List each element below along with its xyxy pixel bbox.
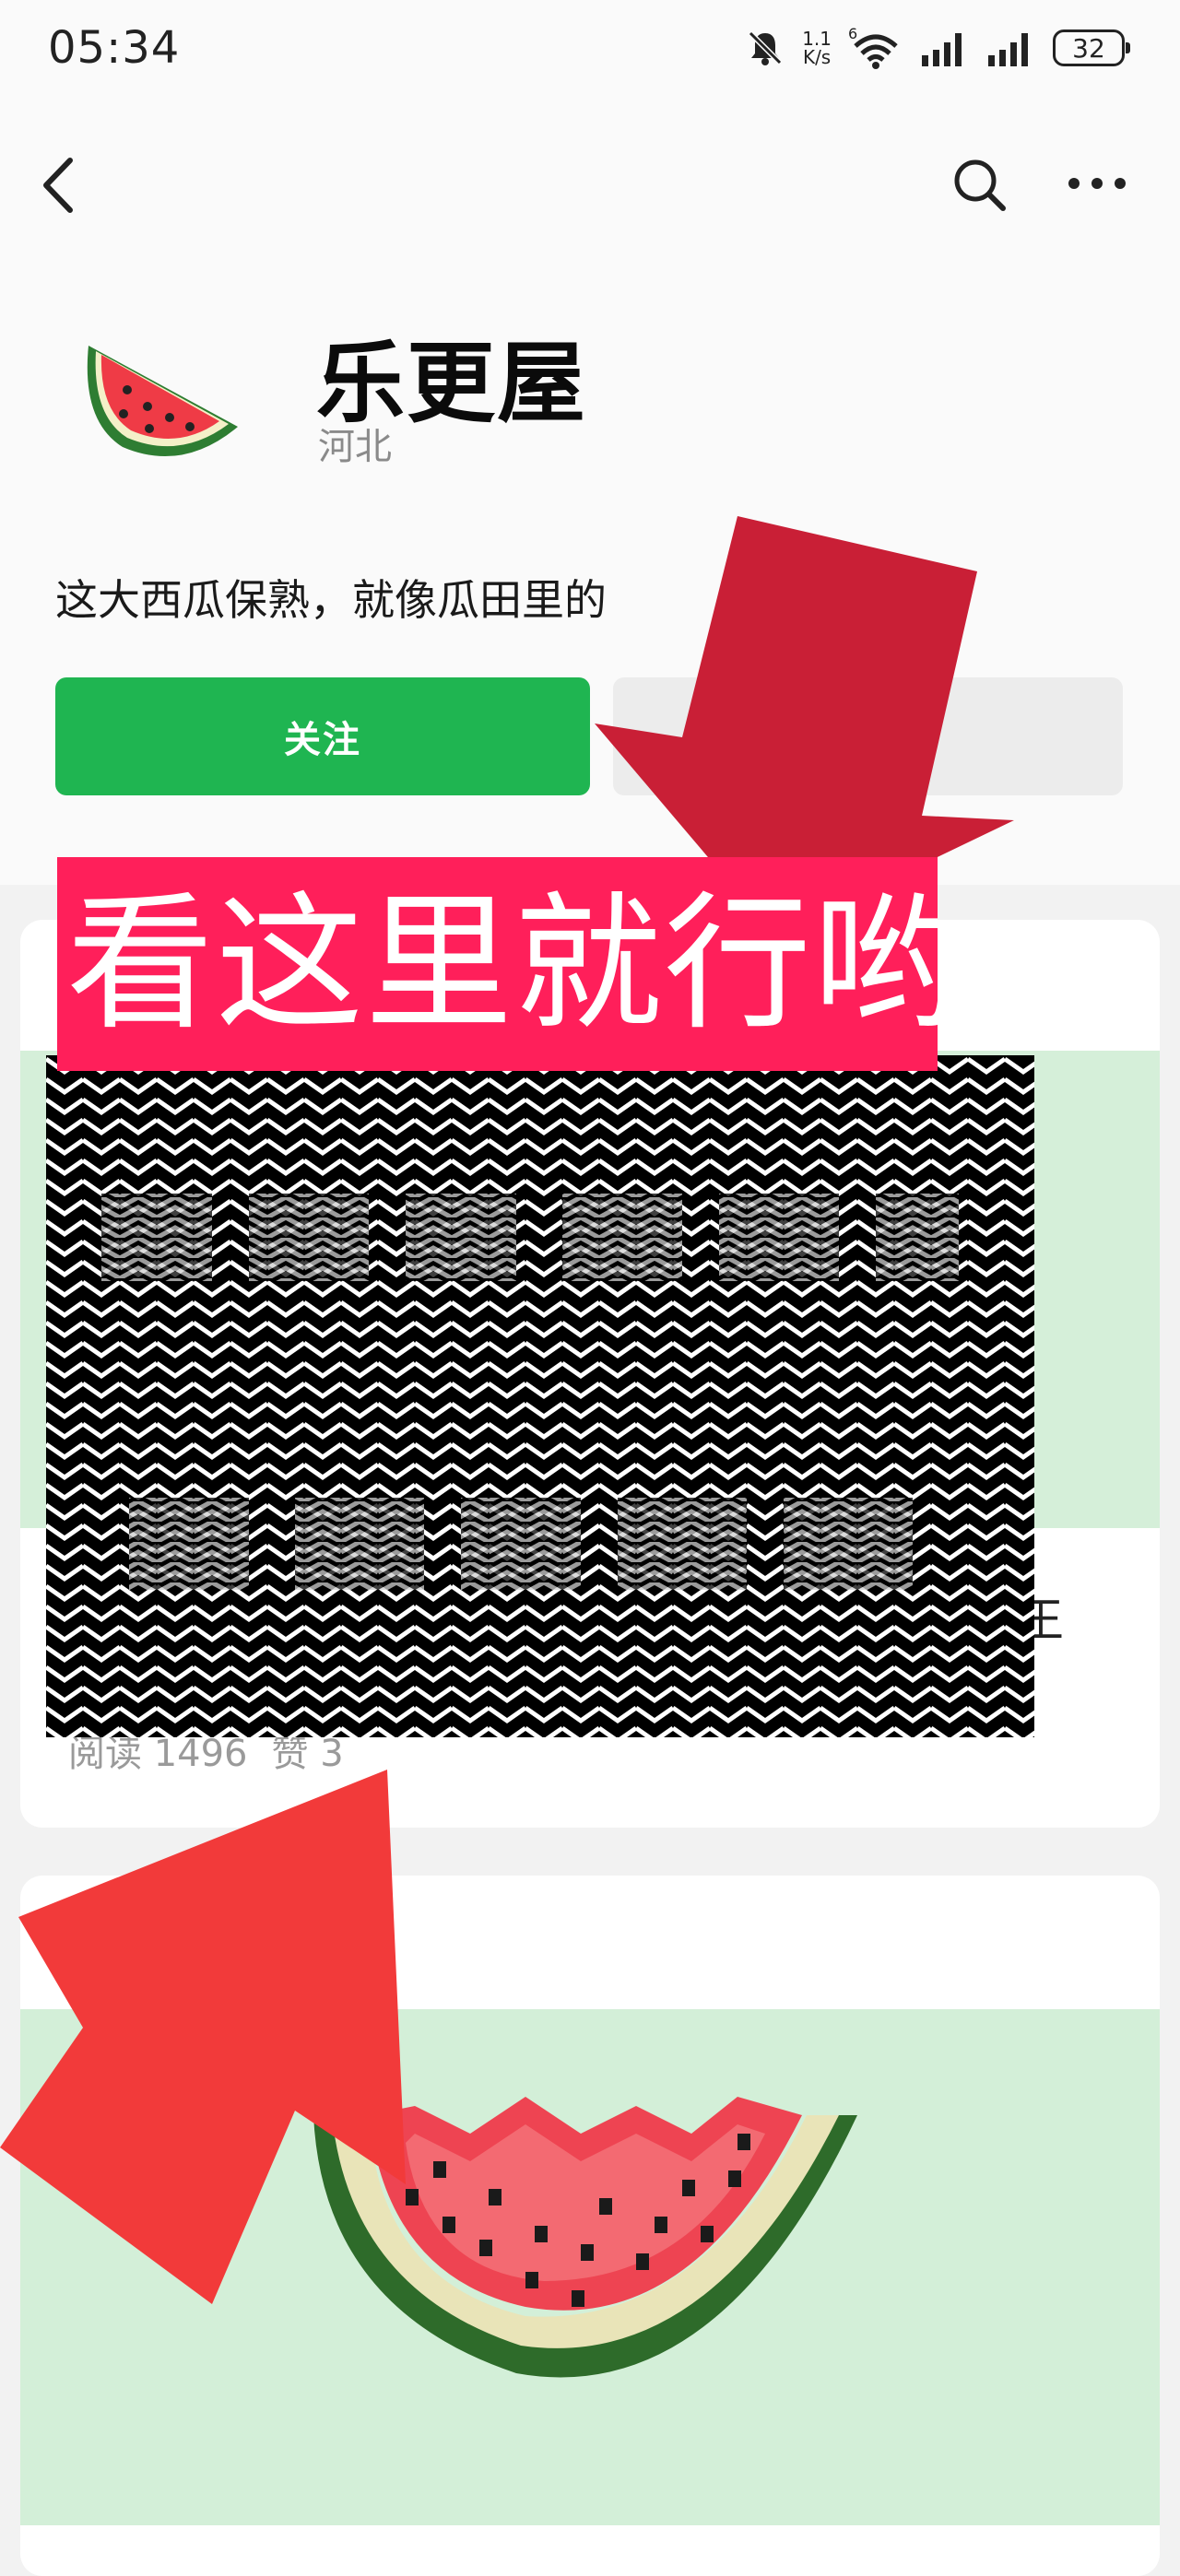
illusion-image (46, 1055, 1034, 1737)
follow-button[interactable]: 关注 (55, 677, 590, 795)
network-speed: 1.1 K/s (802, 29, 832, 66)
net-speed-unit: K/s (802, 46, 832, 68)
account-bio: 这大西瓜保熟，就像瓜田里的 (55, 575, 607, 625)
wifi-icon: 6 (848, 26, 898, 69)
battery-icon: 32 (1053, 29, 1130, 66)
highlight-banner: 看这里就行哟 (57, 857, 938, 1071)
status-time: 05:34 (48, 22, 181, 74)
search-icon[interactable] (950, 155, 1009, 214)
status-bar: 05:34 1.1 K/s 6 32 (0, 0, 1180, 101)
nav-bar (0, 138, 1180, 230)
signal-type-label: 6 (848, 26, 857, 42)
signal-bars-icon (922, 33, 962, 66)
signal-bars-icon (988, 33, 1028, 66)
arrow-up-icon (0, 1770, 406, 2304)
watermelon-slice-icon[interactable] (72, 318, 256, 465)
back-chevron-icon[interactable] (33, 153, 88, 218)
more-dots-icon[interactable] (1065, 160, 1129, 206)
net-speed-value: 1.1 (802, 28, 832, 50)
account-location: 河北 (318, 426, 392, 468)
mute-bell-icon (749, 30, 783, 65)
status-icons: 1.1 K/s 6 32 (745, 20, 1130, 76)
